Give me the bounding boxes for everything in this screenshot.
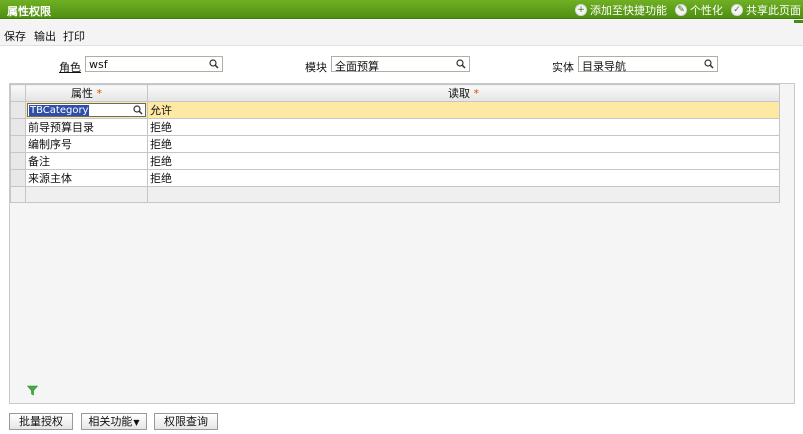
row-header[interactable] (10, 118, 26, 136)
col-header-attribute[interactable]: 属性 * (25, 84, 148, 102)
table-row-empty[interactable] (10, 186, 780, 203)
permission-query-button[interactable]: 权限查询 (154, 413, 218, 430)
permission-grid: 属性 * 读取 * TBCategory 允许 前导预算目录 拒绝 编制序号 拒… (10, 84, 780, 203)
read-cell[interactable]: 拒绝 (147, 169, 780, 187)
entity-value: 目录导航 (582, 60, 626, 73)
share-page-link[interactable]: ✓ 共享此页面 (731, 2, 801, 18)
permission-grid-panel: 属性 * 读取 * TBCategory 允许 前导预算目录 拒绝 编制序号 拒… (9, 83, 795, 404)
attribute-editor[interactable]: TBCategory (27, 103, 146, 117)
row-header[interactable] (10, 169, 26, 187)
check-icon: ✓ (731, 4, 743, 16)
read-cell-empty[interactable] (147, 186, 780, 203)
read-cell[interactable]: 允许 (147, 101, 780, 119)
required-mark: * (473, 87, 480, 100)
related-functions-button[interactable]: 相关功能▼ (81, 413, 147, 430)
table-row[interactable]: 编制序号 拒绝 (10, 135, 780, 153)
read-cell[interactable]: 拒绝 (147, 152, 780, 170)
module-value: 全面预算 (335, 60, 379, 73)
read-cell[interactable]: 拒绝 (147, 118, 780, 136)
permission-query-label: 权限查询 (164, 415, 208, 428)
role-field[interactable]: wsf (85, 56, 223, 72)
search-icon[interactable] (133, 105, 143, 115)
add-shortcut-link[interactable]: + 添加至快捷功能 (575, 2, 667, 18)
filter-icon[interactable] (27, 385, 38, 396)
search-icon[interactable] (704, 59, 714, 69)
role-value: wsf (89, 58, 108, 71)
attribute-cell-empty[interactable] (25, 186, 148, 203)
table-row[interactable]: 前导预算目录 拒绝 (10, 118, 780, 136)
attribute-cell[interactable]: 前导预算目录 (25, 118, 148, 136)
batch-authorize-button[interactable]: 批量授权 (9, 413, 73, 430)
attribute-cell-editing[interactable]: TBCategory (25, 101, 148, 119)
add-shortcut-label: 添加至快捷功能 (590, 4, 667, 17)
window-title: 属性权限 (7, 5, 51, 18)
row-header[interactable] (10, 135, 26, 153)
add-shortcut-icon: + (575, 4, 587, 16)
search-icon[interactable] (456, 59, 466, 69)
titlebar-actions: + 添加至快捷功能 ✎ 个性化 ✓ 共享此页面 (575, 2, 801, 18)
role-label[interactable]: 角色 (59, 59, 81, 75)
table-row[interactable]: 来源主体 拒绝 (10, 169, 780, 187)
entity-field[interactable]: 目录导航 (578, 56, 718, 73)
row-header[interactable] (10, 186, 26, 203)
personalize-link[interactable]: ✎ 个性化 (675, 2, 723, 18)
col-header-read[interactable]: 读取 * (147, 84, 780, 102)
toolbar: 保存 输出 打印 (0, 20, 803, 46)
attribute-value: TBCategory (29, 105, 90, 116)
col-header-read-label: 读取 (448, 87, 470, 100)
save-button[interactable]: 保存 (4, 28, 26, 44)
attribute-cell[interactable]: 备注 (25, 152, 148, 170)
export-button[interactable]: 输出 (34, 28, 56, 44)
required-mark: * (96, 87, 103, 100)
share-page-label: 共享此页面 (746, 4, 801, 17)
pencil-icon: ✎ (675, 4, 687, 16)
module-field[interactable]: 全面预算 (331, 56, 470, 73)
batch-authorize-label: 批量授权 (19, 415, 63, 428)
attribute-cell[interactable]: 编制序号 (25, 135, 148, 153)
table-row[interactable]: TBCategory 允许 (10, 101, 780, 119)
search-icon[interactable] (209, 59, 219, 69)
grid-header-row: 属性 * 读取 * (10, 84, 780, 102)
attribute-cell[interactable]: 来源主体 (25, 169, 148, 187)
window-titlebar: 属性权限 + 添加至快捷功能 ✎ 个性化 ✓ 共享此页面 (0, 0, 803, 19)
read-cell[interactable]: 拒绝 (147, 135, 780, 153)
table-row[interactable]: 备注 拒绝 (10, 152, 780, 170)
row-header[interactable] (10, 101, 26, 119)
row-header-corner (10, 84, 26, 102)
entity-label: 实体 (552, 61, 574, 74)
related-functions-label: 相关功能 (88, 415, 133, 428)
col-header-attribute-label: 属性 (71, 87, 93, 100)
toolbar-corner-mark (794, 20, 803, 23)
print-button[interactable]: 打印 (63, 28, 85, 44)
chevron-down-icon: ▼ (133, 418, 140, 427)
personalize-label: 个性化 (690, 4, 723, 17)
filter-bar: 角色 wsf 模块 全面预算 实体 目录导航 (0, 56, 803, 74)
module-label: 模块 (305, 61, 327, 74)
row-header[interactable] (10, 152, 26, 170)
